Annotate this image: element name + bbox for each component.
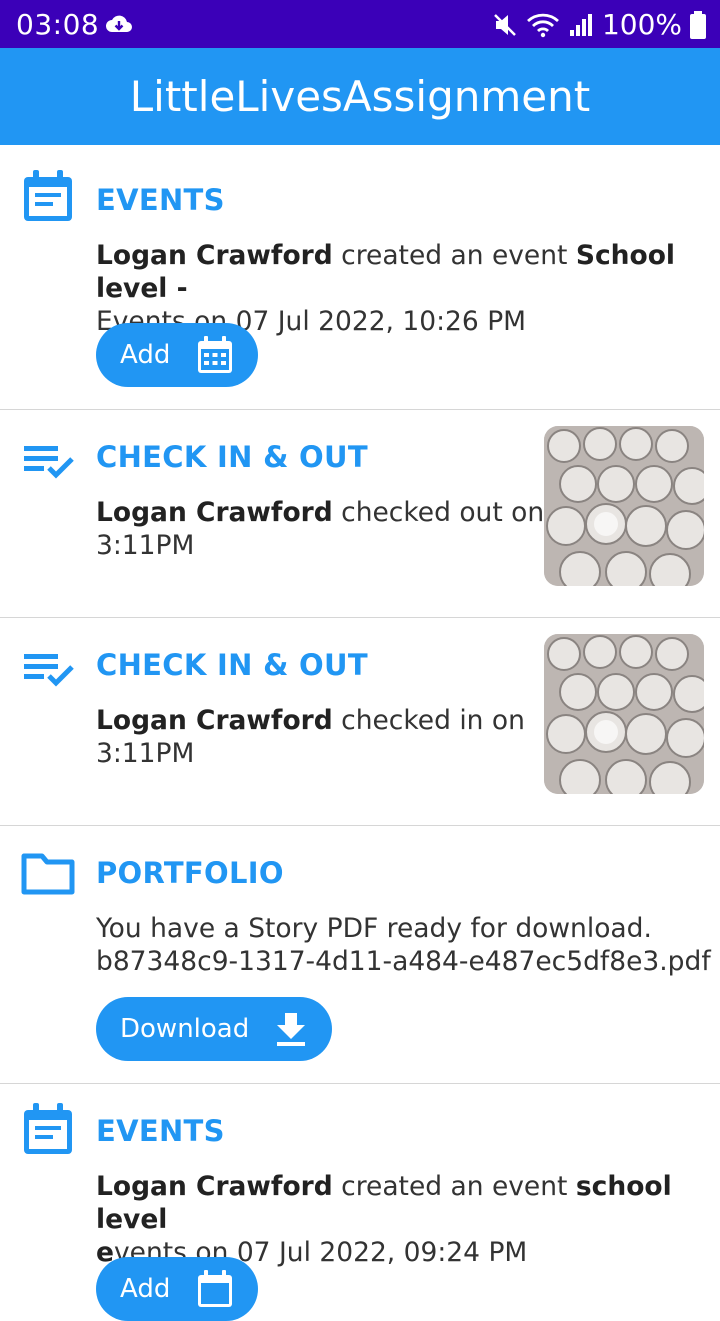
pdf-filename: b87348c9-1317-4d11-a484-e487ec5df8e3.pdf xyxy=(96,946,711,977)
checklist-icon xyxy=(24,654,74,687)
feed-card-checkout[interactable]: CHECK IN & OUT Logan Crawford checked ou… xyxy=(0,410,720,618)
calendar-icon xyxy=(198,336,233,373)
card-message: Logan Crawford created an event school l… xyxy=(96,1170,720,1269)
card-title: CHECK IN & OUT xyxy=(96,648,368,682)
cloud-sync-icon xyxy=(106,15,132,32)
feed-card-portfolio[interactable]: PORTFOLIO You have a Story PDF ready for… xyxy=(0,826,720,1084)
event-note-icon xyxy=(24,170,72,221)
download-button[interactable]: Download xyxy=(96,997,332,1061)
checkin-photo[interactable] xyxy=(544,634,704,794)
folder-icon xyxy=(21,853,75,895)
checklist-icon xyxy=(24,446,74,479)
feed-card-checkin[interactable]: CHECK IN & OUT Logan Crawford checked in… xyxy=(0,618,720,826)
wifi-icon xyxy=(526,13,559,37)
add-button-label: Add xyxy=(120,340,171,370)
actor-name: Logan Crawford xyxy=(96,705,333,736)
checkout-photo[interactable] xyxy=(544,426,704,586)
card-title: EVENTS xyxy=(96,1114,225,1148)
card-title: CHECK IN & OUT xyxy=(96,440,368,474)
signal-icon xyxy=(569,13,592,36)
feed-card-event[interactable]: EVENTS Logan Crawford created an event S… xyxy=(0,145,720,410)
actor-name: Logan Crawford xyxy=(96,1171,333,1202)
event-note-icon xyxy=(24,1103,72,1154)
battery-icon xyxy=(690,10,706,39)
action-text: created an event xyxy=(332,240,576,271)
checkout-time: 3:11PM xyxy=(96,530,195,561)
mute-icon xyxy=(494,13,516,36)
card-message: You have a Story PDF ready for download.… xyxy=(96,912,711,978)
download-icon xyxy=(277,1013,306,1046)
app-title: LittleLivesAssignment xyxy=(129,72,591,121)
add-event-button[interactable]: Add xyxy=(96,323,258,387)
actor-name: Logan Crawford xyxy=(96,497,333,528)
app-bar: LittleLivesAssignment xyxy=(0,48,720,145)
action-text: created an event xyxy=(332,1171,576,1202)
action-text: checked out on xyxy=(332,497,545,528)
actor-name: Logan Crawford xyxy=(96,240,333,271)
card-title: EVENTS xyxy=(96,183,225,217)
card-title: PORTFOLIO xyxy=(96,856,284,890)
action-text: checked in on xyxy=(332,705,525,736)
status-bar: 03:08 100% xyxy=(0,0,720,48)
add-event-button[interactable]: Add xyxy=(96,1257,258,1321)
card-message: Logan Crawford checked in on 3:11PM xyxy=(96,704,525,770)
battery-percent: 100% xyxy=(601,8,682,41)
card-message: Logan Crawford checked out on 3:11PM xyxy=(96,496,544,562)
calendar-icon xyxy=(198,1270,233,1307)
feed-card-event[interactable]: EVENTS Logan Crawford created an event s… xyxy=(0,1084,720,1321)
status-time: 03:08 xyxy=(16,8,100,41)
portfolio-message: You have a Story PDF ready for download. xyxy=(96,913,652,944)
notification-feed[interactable]: EVENTS Logan Crawford created an event S… xyxy=(0,145,720,1321)
checkin-time: 3:11PM xyxy=(96,738,195,769)
download-button-label: Download xyxy=(120,1014,250,1044)
add-button-label: Add xyxy=(120,1274,171,1304)
